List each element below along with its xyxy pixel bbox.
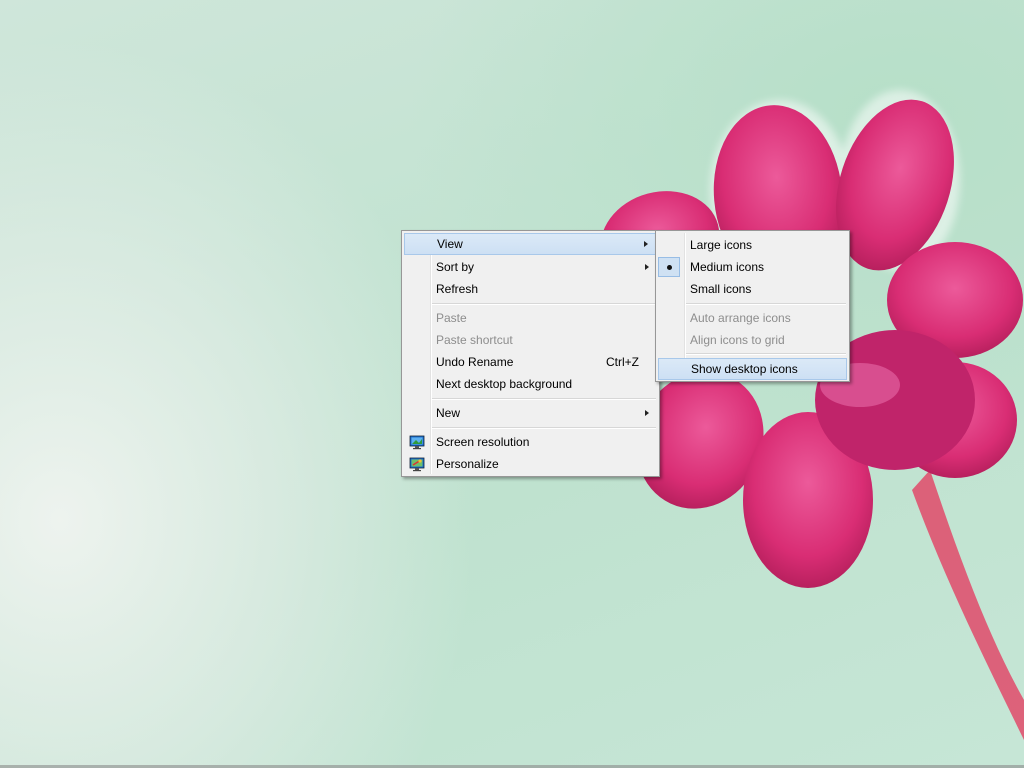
menu-separator [432,398,656,400]
menu-item-shortcut: Ctrl+Z [606,355,639,369]
view-submenu: Large icons Medium icons Small icons Aut… [655,230,850,382]
submenu-item-auto-arrange-icons: Auto arrange icons [658,307,847,329]
menu-item-label: Undo Rename [436,355,514,369]
submenu-item-align-icons-to-grid: Align icons to grid [658,329,847,351]
menu-separator [686,303,846,305]
personalize-icon [409,457,425,472]
desktop-context-menu: View Sort by Refresh Paste Paste shortcu… [401,230,660,477]
menu-item-view[interactable]: View [404,233,657,255]
menu-item-label: Align icons to grid [690,333,785,347]
menu-item-personalize[interactable]: Personalize [404,453,657,475]
submenu-item-medium-icons[interactable]: Medium icons [658,256,847,278]
menu-item-label: Paste [436,311,467,325]
menu-item-label: Large icons [690,238,753,252]
menu-item-label: Personalize [436,457,499,471]
submenu-item-small-icons[interactable]: Small icons [658,278,847,300]
menu-item-refresh[interactable]: Refresh [404,278,657,300]
menu-item-paste-shortcut: Paste shortcut [404,329,657,351]
menu-item-label: New [436,406,461,420]
submenu-item-show-desktop-icons[interactable]: Show desktop icons [658,358,847,380]
menu-item-label: Medium icons [690,260,765,274]
menu-item-label: Show desktop icons [691,362,798,376]
menu-item-paste: Paste [404,307,657,329]
radio-bullet-icon [658,257,680,277]
menu-item-label: Refresh [436,282,479,296]
menu-item-undo-rename[interactable]: Undo Rename Ctrl+Z [404,351,657,373]
submenu-arrow-icon [644,241,648,247]
menu-item-screen-resolution[interactable]: Screen resolution [404,431,657,453]
menu-item-sort-by[interactable]: Sort by [404,256,657,278]
menu-item-label: Sort by [436,260,475,274]
menu-item-next-desktop-background[interactable]: Next desktop background [404,373,657,395]
desktop-background[interactable]: View Sort by Refresh Paste Paste shortcu… [0,0,1024,768]
submenu-arrow-icon [645,410,649,416]
display-settings-icon [409,435,425,450]
menu-item-label: Next desktop background [436,377,573,391]
menu-separator [686,353,846,355]
submenu-arrow-icon [645,264,649,270]
menu-separator [432,303,656,305]
menu-item-label: View [437,237,463,251]
menu-item-label: Screen resolution [436,435,530,449]
menu-item-label: Paste shortcut [436,333,513,347]
menu-item-new[interactable]: New [404,402,657,424]
menu-item-label: Auto arrange icons [690,311,791,325]
submenu-item-large-icons[interactable]: Large icons [658,234,847,256]
menu-separator [432,427,656,429]
menu-item-label: Small icons [690,282,752,296]
